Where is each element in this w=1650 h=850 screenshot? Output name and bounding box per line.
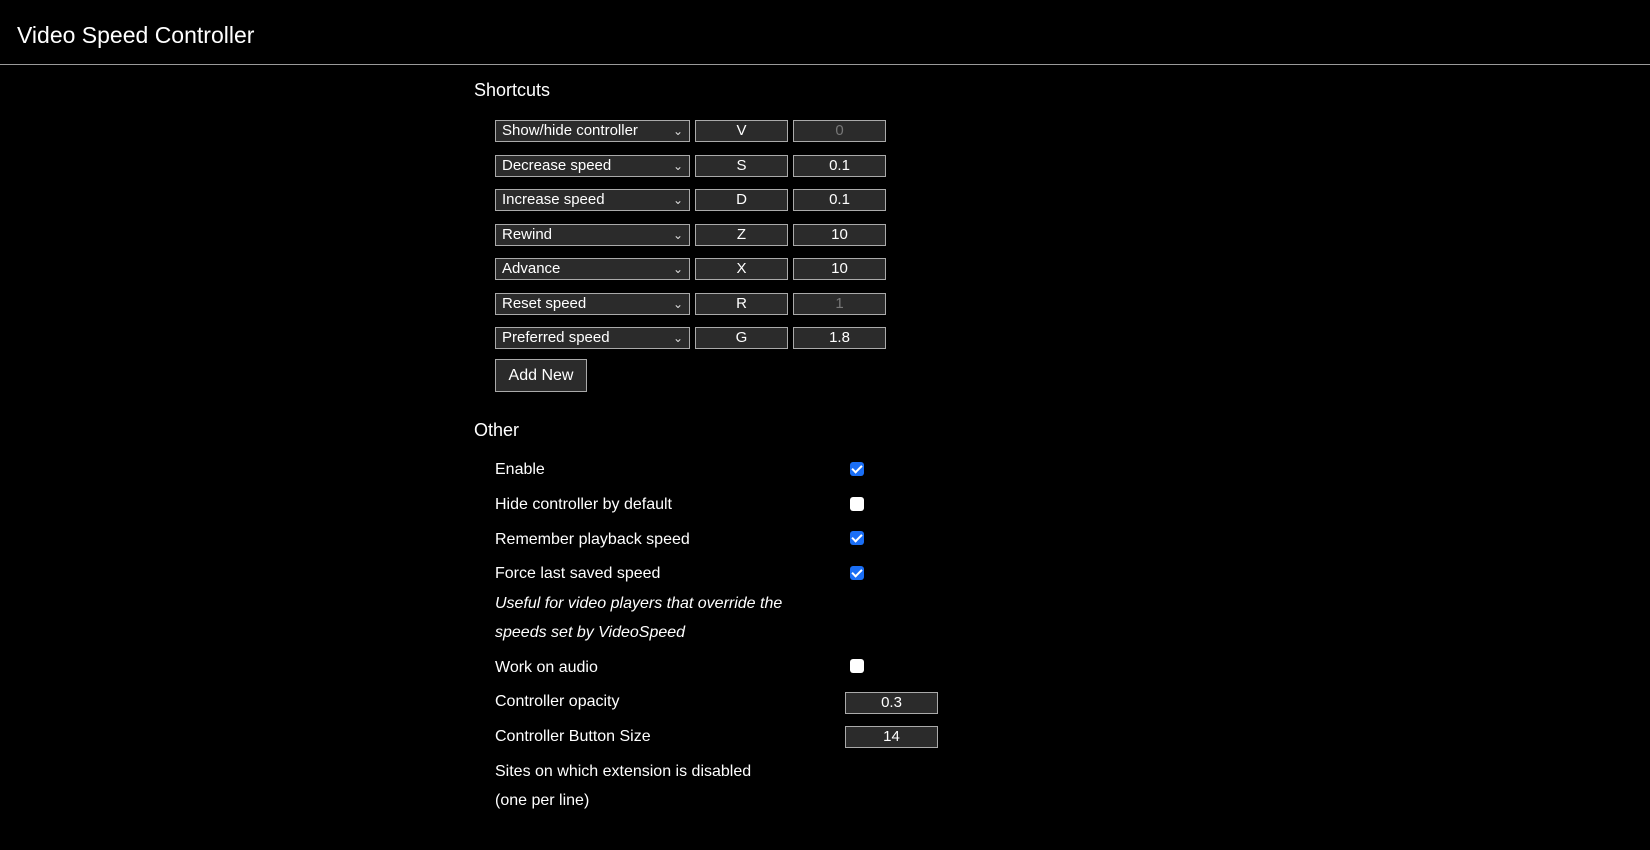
shortcut-action-label: Rewind xyxy=(502,225,553,243)
chevron-down-icon: ⌄ xyxy=(672,331,683,345)
shortcut-value-input[interactable]: 10 xyxy=(793,258,886,280)
shortcut-action-label: Advance xyxy=(502,260,561,277)
shortcut-action-label: Preferred speed xyxy=(502,329,610,346)
shortcut-action-select[interactable]: Advance ⌄ xyxy=(495,258,690,280)
work-on-audio-label: Work on audio xyxy=(495,659,598,676)
shortcut-value-input[interactable]: 1.8 xyxy=(793,327,886,349)
blacklist-label-line2: (one per line) xyxy=(495,792,590,809)
opacity-label: Controller opacity xyxy=(495,693,620,710)
force-note-line1: Useful for video players that override t… xyxy=(495,595,783,612)
shortcut-value-input[interactable]: 10 xyxy=(793,223,886,246)
shortcut-key-input[interactable]: S xyxy=(695,154,788,177)
opacity-input[interactable]: 0.3 xyxy=(845,692,938,714)
shortcut-key-input[interactable]: X xyxy=(695,258,788,280)
shortcut-key-input[interactable]: G xyxy=(695,327,788,349)
shortcut-action-label: Decrease speed xyxy=(502,156,612,174)
shortcut-action-select[interactable]: Reset speed ⌄ xyxy=(495,292,690,315)
shortcut-action-select[interactable]: Decrease speed ⌄ xyxy=(495,154,690,177)
shortcut-key-input[interactable]: Z xyxy=(695,223,788,246)
remember-speed-label: Remember playback speed xyxy=(495,531,690,548)
shortcut-value-input: 0 xyxy=(793,120,886,142)
shortcut-action-select[interactable]: Preferred speed ⌄ xyxy=(495,327,690,349)
shortcut-value-input[interactable]: 0.1 xyxy=(793,189,886,211)
remember-speed-checkbox[interactable] xyxy=(850,531,864,545)
chevron-down-icon: ⌄ xyxy=(672,262,683,276)
shortcut-value-input: 1 xyxy=(793,292,886,315)
shortcut-value-input[interactable]: 0.1 xyxy=(793,154,886,177)
work-on-audio-checkbox[interactable] xyxy=(850,659,864,673)
force-last-saved-label: Force last saved speed xyxy=(495,565,661,582)
chevron-down-icon: ⌄ xyxy=(672,158,683,173)
blacklist-label-line1: Sites on which extension is disabled xyxy=(495,763,752,780)
page-title: Video Speed Controller xyxy=(17,22,255,48)
chevron-down-icon: ⌄ xyxy=(672,296,683,311)
shortcut-action-label: Reset speed xyxy=(502,294,587,312)
button-size-label: Controller Button Size xyxy=(495,728,651,745)
enable-label: Enable xyxy=(495,461,545,478)
shortcut-key-input[interactable]: D xyxy=(695,189,788,211)
hide-controller-checkbox[interactable] xyxy=(850,497,864,511)
button-size-input[interactable]: 14 xyxy=(845,726,938,748)
shortcut-action-select[interactable]: Rewind ⌄ xyxy=(495,223,690,246)
shortcuts-heading: Shortcuts xyxy=(474,80,551,100)
shortcut-action-label: Increase speed xyxy=(502,191,605,208)
shortcut-action-select[interactable]: Increase speed ⌄ xyxy=(495,189,690,211)
add-new-button[interactable]: Add New xyxy=(495,359,587,392)
other-heading: Other xyxy=(474,420,520,440)
chevron-down-icon: ⌄ xyxy=(672,227,683,242)
shortcut-action-label: Show/hide controller xyxy=(502,122,638,139)
shortcut-key-input[interactable]: R xyxy=(695,292,788,315)
enable-checkbox[interactable] xyxy=(850,462,864,476)
shortcut-action-select[interactable]: Show/hide controller ⌄ xyxy=(495,120,690,142)
force-last-saved-checkbox[interactable] xyxy=(850,566,864,580)
shortcut-key-input[interactable]: V xyxy=(695,120,788,142)
header: Video Speed Controller xyxy=(0,0,1650,65)
force-note-line2: speeds set by VideoSpeed xyxy=(495,624,686,641)
hide-controller-label: Hide controller by default xyxy=(495,496,672,513)
chevron-down-icon: ⌄ xyxy=(672,124,683,138)
chevron-down-icon: ⌄ xyxy=(672,193,683,207)
